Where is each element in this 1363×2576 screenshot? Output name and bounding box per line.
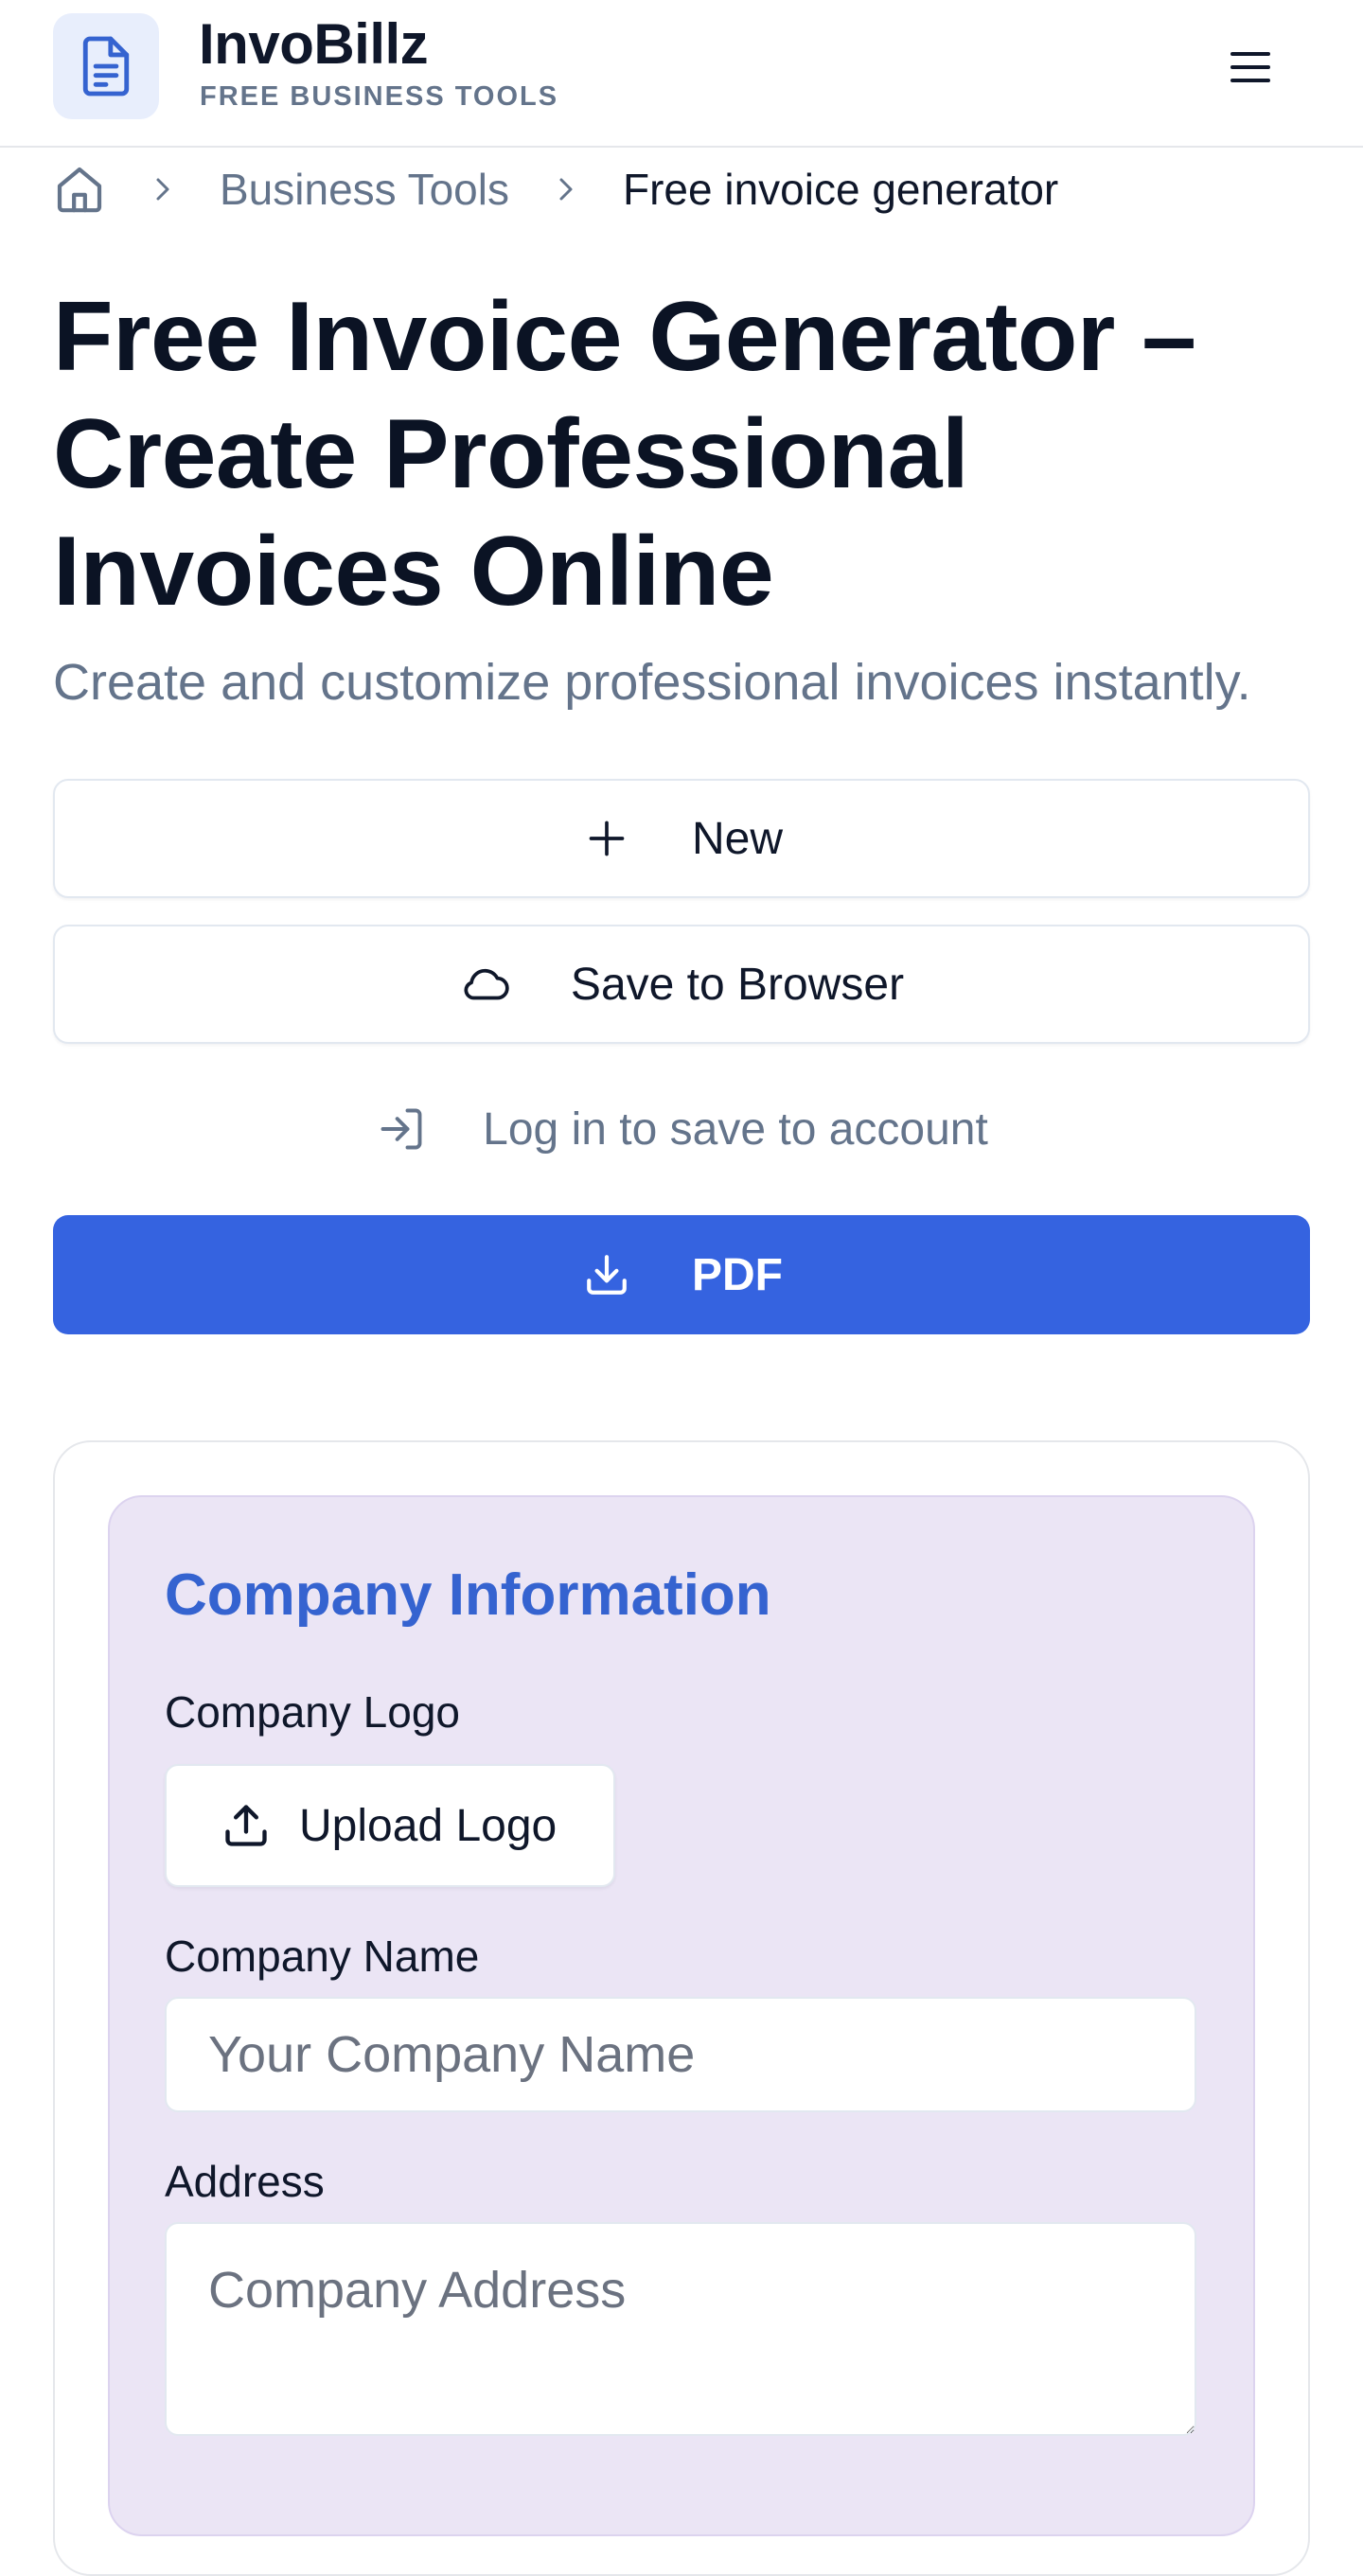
page-title: Free Invoice Generator – Create Professi…: [53, 282, 1196, 626]
upload-logo-button[interactable]: Upload Logo: [165, 1764, 615, 1887]
save-to-browser-button[interactable]: Save to Browser: [53, 925, 1310, 1044]
brand-tagline: FREE BUSINESS TOOLS: [200, 81, 559, 112]
download-pdf-label: PDF: [692, 1249, 783, 1300]
chevron-right-icon: [144, 170, 182, 208]
company-logo-label: Company Logo: [165, 1687, 460, 1737]
download-icon: [580, 1248, 633, 1301]
menu-button[interactable]: [1221, 38, 1280, 97]
new-button-label: New: [691, 813, 784, 864]
save-to-browser-label: Save to Browser: [570, 959, 905, 1010]
company-address-input[interactable]: [165, 2222, 1196, 2436]
upload-logo-label: Upload Logo: [299, 1800, 558, 1851]
upload-icon: [220, 1799, 273, 1852]
log-in-icon: [375, 1103, 428, 1156]
breadcrumb-home[interactable]: [53, 163, 106, 216]
home-icon: [57, 167, 102, 213]
chevron-right-icon: [547, 170, 585, 208]
breadcrumb-current: Free invoice generator: [623, 165, 1059, 214]
breadcrumb-link-business-tools[interactable]: Business Tools: [220, 164, 509, 215]
login-to-save-link[interactable]: Log in to save to account: [53, 1069, 1310, 1189]
plus-icon: [580, 812, 633, 865]
login-to-save-label: Log in to save to account: [483, 1103, 988, 1155]
page-subtitle: Create and customize professional invoic…: [53, 654, 1251, 711]
document-icon: [82, 36, 130, 97]
new-button[interactable]: New: [53, 779, 1310, 898]
address-label: Address: [165, 2157, 325, 2206]
download-pdf-button[interactable]: PDF: [53, 1215, 1310, 1334]
site-header: InvoBillz FREE BUSINESS TOOLS: [0, 0, 1363, 148]
breadcrumb: Business Tools Free invoice generator: [53, 161, 1058, 218]
company-name-input[interactable]: [165, 1997, 1196, 2112]
brand-name[interactable]: InvoBillz: [199, 11, 429, 77]
company-information-title: Company Information: [165, 1562, 771, 1628]
brand-logo[interactable]: [53, 13, 159, 119]
hamburger-menu-icon: [1230, 52, 1270, 82]
company-name-label: Company Name: [165, 1932, 480, 1981]
cloud-icon: [459, 958, 512, 1011]
